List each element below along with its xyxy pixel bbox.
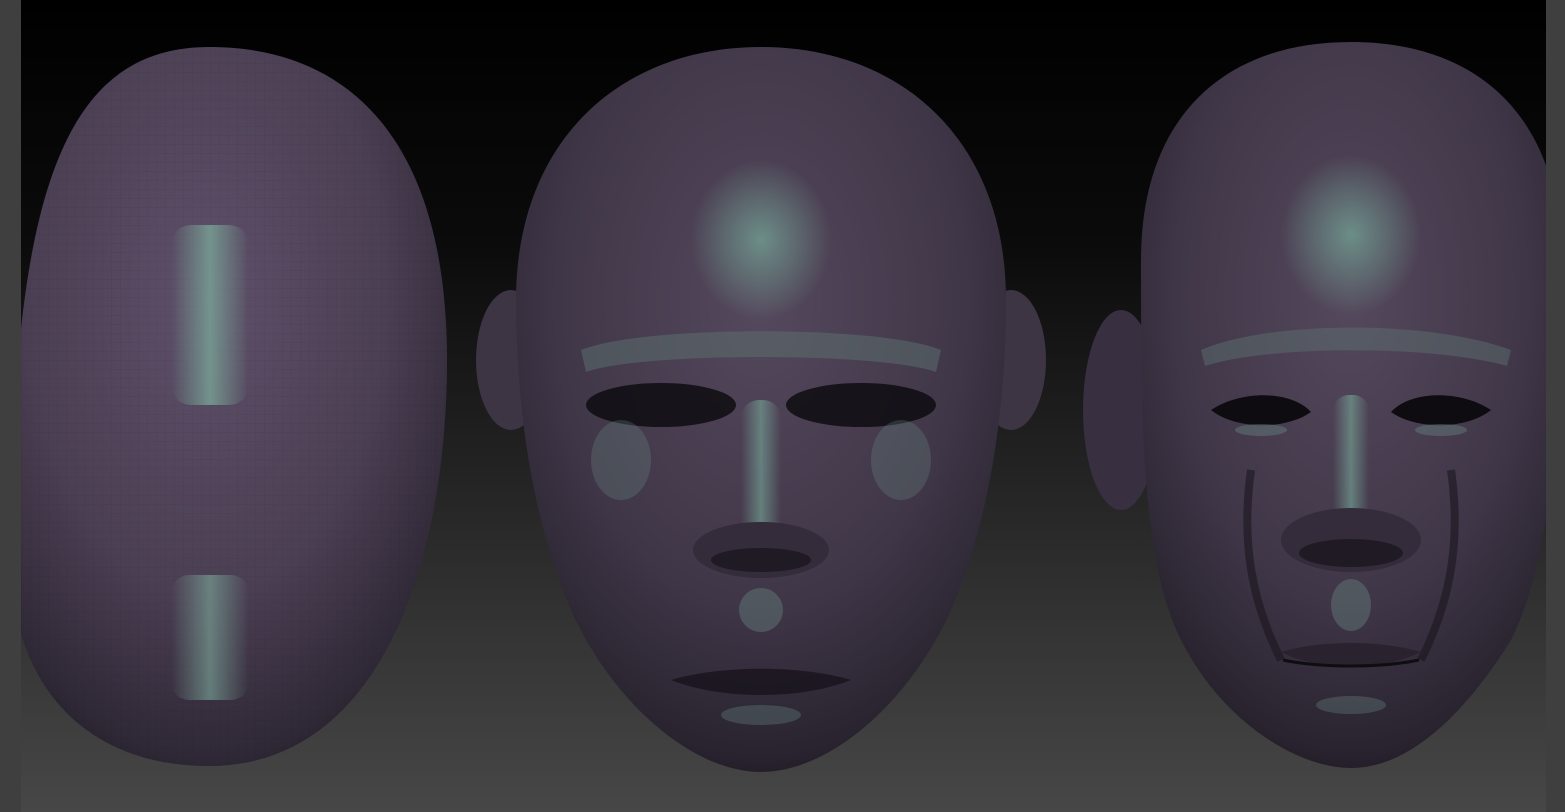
detail-nostrils bbox=[1299, 539, 1403, 567]
egg-lower-highlight bbox=[171, 575, 249, 700]
blockout-chin bbox=[721, 705, 801, 725]
detail-chin bbox=[1316, 696, 1386, 714]
viewport-canvas[interactable] bbox=[21, 0, 1546, 812]
blockout-left-eye-socket bbox=[586, 383, 736, 427]
detail-forehead-highlight bbox=[1281, 155, 1421, 315]
blockout-upper-lip bbox=[739, 588, 783, 632]
blockout-right-eye-socket bbox=[786, 383, 936, 427]
blockout-forehead-highlight bbox=[691, 160, 831, 320]
blockout-left-cheek bbox=[591, 420, 651, 500]
detail-philtrum bbox=[1331, 579, 1371, 631]
right-tool-shelf[interactable] bbox=[1546, 0, 1565, 812]
blockout-right-cheek bbox=[871, 420, 931, 500]
blockout-nostrils bbox=[711, 548, 811, 572]
left-tool-shelf[interactable] bbox=[0, 0, 21, 812]
document-viewport[interactable] bbox=[21, 0, 1546, 812]
sculpt-app-window bbox=[0, 0, 1565, 812]
detail-right-eyelid bbox=[1415, 424, 1467, 436]
egg-upper-highlight bbox=[171, 225, 249, 405]
detail-left-eyelid bbox=[1235, 424, 1287, 436]
